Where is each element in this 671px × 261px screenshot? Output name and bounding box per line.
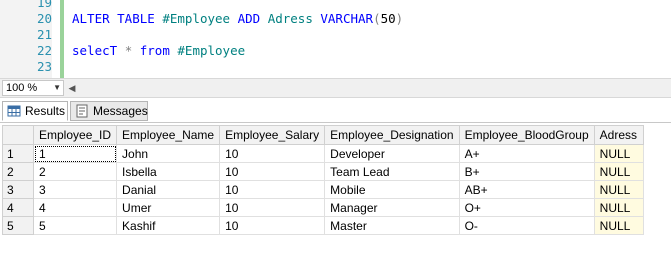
code-token: #Employee: [177, 43, 246, 58]
cell-employee-id[interactable]: 4: [32, 198, 118, 217]
cell-employee-salary[interactable]: 10: [219, 198, 326, 217]
header-row: Employee_ID Employee_Name Employee_Salar…: [2, 125, 644, 145]
code-token: ): [395, 11, 404, 26]
cell-employee-bloodgroup[interactable]: B+: [458, 162, 595, 181]
messages-icon: [76, 104, 88, 118]
cell-employee-designation[interactable]: Team Lead: [324, 162, 460, 181]
cell-employee-bloodgroup[interactable]: O-: [458, 216, 595, 235]
results-tab-bar: Results Messages: [0, 98, 671, 122]
cell-employee-designation[interactable]: Mobile: [324, 180, 460, 199]
cell-employee-id[interactable]: 1: [32, 144, 118, 163]
column-header-employee-name[interactable]: Employee_Name: [116, 125, 221, 145]
editor-status-bar: 100 % ▼ ◀: [0, 78, 671, 98]
table-row[interactable]: 1 1 John 10 Developer A+ NULL: [2, 144, 644, 163]
table-row[interactable]: 4 4 Umer 10 Manager O+ NULL: [2, 198, 644, 217]
cell-employee-id[interactable]: 5: [32, 216, 118, 235]
cell-employee-designation[interactable]: Master: [324, 216, 460, 235]
code-token: 50: [380, 11, 396, 26]
cell-adress[interactable]: NULL: [593, 216, 644, 235]
row-number[interactable]: 4: [2, 198, 34, 217]
line-number: 20: [36, 11, 52, 26]
scroll-left-arrow-icon[interactable]: ◀: [66, 81, 78, 95]
column-header-employee-salary[interactable]: Employee_Salary: [219, 125, 326, 145]
code-token: selecT: [72, 43, 125, 58]
cell-adress[interactable]: NULL: [593, 180, 644, 199]
row-number[interactable]: 2: [2, 162, 34, 181]
column-header-employee-designation[interactable]: Employee_Designation: [324, 125, 460, 145]
sql-editor[interactable]: 19 20 ALTER TABLE #Employee ADD Adress VAR…: [0, 0, 671, 78]
zoom-value: 100 %: [6, 82, 38, 94]
code-line[interactable]: 23: [0, 59, 671, 75]
results-table: Employee_ID Employee_Name Employee_Salar…: [2, 125, 644, 235]
table-row[interactable]: 2 2 Isbella 10 Team Lead B+ NULL: [2, 162, 644, 181]
code-token: Adress: [267, 11, 313, 26]
code-line[interactable]: 19: [0, 0, 671, 11]
code-token: from: [139, 43, 178, 58]
column-header-employee-id[interactable]: Employee_ID: [32, 125, 118, 145]
line-number: 21: [36, 27, 52, 42]
cell-employee-salary[interactable]: 10: [219, 144, 326, 163]
column-header-adress[interactable]: Adress: [593, 125, 644, 145]
chevron-down-icon: ▼: [53, 83, 61, 92]
cell-employee-name[interactable]: Kashif: [116, 216, 221, 235]
line-number: 19: [36, 0, 52, 10]
code-token: ADD: [230, 11, 268, 26]
corner-cell[interactable]: [2, 125, 34, 145]
code-line[interactable]: 22 selecT * from #Employee: [0, 43, 671, 59]
cell-employee-name[interactable]: John: [116, 144, 221, 163]
cell-adress[interactable]: NULL: [593, 162, 644, 181]
code-token: VARCHAR: [312, 11, 374, 26]
cell-employee-name[interactable]: Danial: [116, 180, 221, 199]
line-code[interactable]: ALTER TABLE #Employee ADD Adress VARCHAR…: [72, 11, 403, 27]
line-number: 22: [36, 43, 52, 58]
cell-employee-salary[interactable]: 10: [219, 162, 326, 181]
cell-employee-bloodgroup[interactable]: AB+: [458, 180, 595, 199]
cell-employee-salary[interactable]: 10: [219, 216, 326, 235]
cell-adress[interactable]: NULL: [593, 144, 644, 163]
cell-employee-designation[interactable]: Developer: [324, 144, 460, 163]
table-row[interactable]: 5 5 Kashif 10 Master O- NULL: [2, 216, 644, 235]
column-header-employee-bloodgroup[interactable]: Employee_BloodGroup: [458, 125, 595, 145]
code-token: #Employee: [162, 11, 231, 26]
cell-employee-name[interactable]: Umer: [116, 198, 221, 217]
tab-messages-label: Messages: [93, 104, 148, 118]
zoom-dropdown[interactable]: 100 % ▼: [2, 80, 64, 96]
code-line[interactable]: 21: [0, 27, 671, 43]
line-code[interactable]: selecT * from #Employee: [72, 43, 245, 59]
row-number[interactable]: 3: [2, 180, 34, 199]
row-number[interactable]: 5: [2, 216, 34, 235]
results-grid[interactable]: Employee_ID Employee_Name Employee_Salar…: [0, 122, 671, 261]
grid-icon: [7, 105, 21, 117]
cell-employee-salary[interactable]: 10: [219, 180, 326, 199]
code-line[interactable]: 20 ALTER TABLE #Employee ADD Adress VARCH…: [0, 11, 671, 27]
code-token: (: [373, 11, 381, 26]
tab-results-label: Results: [25, 104, 66, 118]
code-token: *: [124, 43, 140, 58]
cell-employee-id[interactable]: 3: [32, 180, 118, 199]
table-row[interactable]: 3 3 Danial 10 Mobile AB+ NULL: [2, 180, 644, 199]
cell-employee-designation[interactable]: Manager: [324, 198, 460, 217]
row-number[interactable]: 1: [2, 144, 34, 163]
tab-results[interactable]: Results: [2, 101, 68, 121]
cell-employee-bloodgroup[interactable]: O+: [458, 198, 595, 217]
cell-employee-bloodgroup[interactable]: A+: [458, 144, 595, 163]
cell-employee-id[interactable]: 2: [32, 162, 118, 181]
cell-adress[interactable]: NULL: [593, 198, 644, 217]
tab-messages[interactable]: Messages: [70, 101, 148, 121]
line-number: 23: [36, 59, 52, 74]
code-token: ALTER TABLE: [72, 11, 163, 26]
cell-employee-name[interactable]: Isbella: [116, 162, 221, 181]
